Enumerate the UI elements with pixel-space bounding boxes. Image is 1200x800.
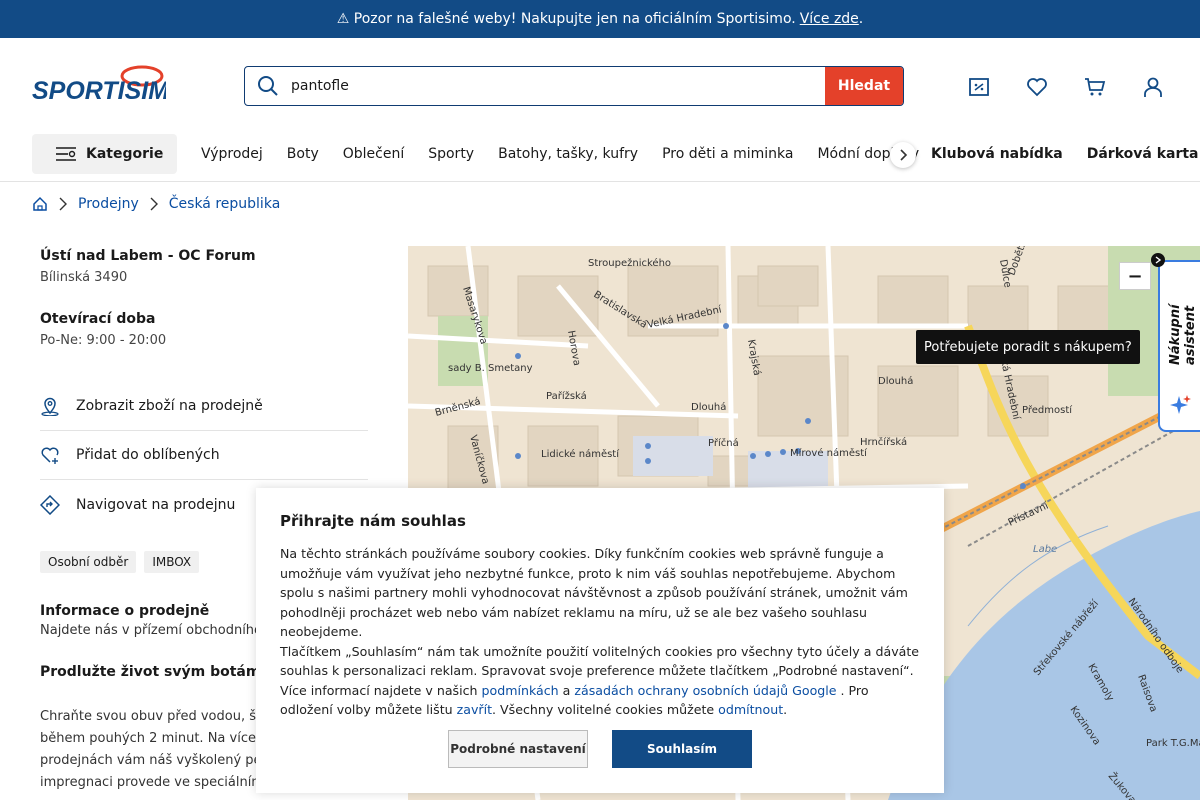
warning-link[interactable]: Více zde [800, 11, 859, 27]
chevron-right-icon [1155, 256, 1162, 264]
store-hours: Po-Ne: 9:00 - 20:00 [40, 333, 167, 348]
map-label: Předmostí [1022, 404, 1073, 416]
cookie-paragraph-1: Na těchto stránkách používáme soubory co… [280, 546, 908, 639]
map-label: Dlouhá [691, 401, 726, 413]
shopping-assistant-tab[interactable]: Nákupní asistent [1158, 260, 1200, 432]
nav-scroll-right-button[interactable] [890, 142, 916, 168]
cookie-accept-button[interactable]: Souhlasím [612, 730, 752, 768]
directions-icon [40, 494, 60, 515]
zoom-out-button[interactable]: − [1119, 262, 1151, 290]
show-goods-label: Zobrazit zboží na prodejně [76, 398, 263, 414]
add-favorite-action[interactable]: Přidat do oblíbených [40, 431, 368, 480]
map-label: Park T.G.Masaryka [1146, 738, 1200, 749]
cookie-paragraph-2: Tlačítkem „Souhlasím“ nám tak umožníte p… [280, 642, 920, 720]
chevron-right-icon [59, 197, 67, 211]
cookie-text-segment: . [783, 702, 788, 717]
assistant-tooltip: Potřebujete poradit s nákupem? [916, 330, 1140, 364]
user-icon[interactable] [1142, 76, 1164, 98]
hours-title: Otevírací doba [40, 311, 156, 327]
cookie-settings-button[interactable]: Podrobné nastavení [448, 730, 588, 768]
heart-icon[interactable] [1026, 76, 1048, 98]
sparkle-icon [1170, 395, 1191, 414]
map-label: Mírové náměstí [790, 447, 868, 459]
map-label: Lidické náměstí [541, 448, 620, 460]
nav-item-vyprodej[interactable]: Výprodej [201, 146, 263, 162]
map-label: Dlouhá [878, 375, 913, 387]
reject-link[interactable]: odmítnout [718, 702, 783, 717]
cart-icon[interactable] [1084, 76, 1106, 98]
map-label: Pařížská [546, 390, 587, 402]
map-label: Hrnčířská [860, 436, 907, 448]
cookie-text: Na těchto stránkách používáme soubory co… [280, 544, 920, 720]
cookie-consent-dialog: Přihrajte nám souhlas Na těchto stránkác… [256, 488, 944, 793]
nav-item-sporty[interactable]: Sporty [428, 146, 474, 162]
cookie-text-segment: a [558, 682, 575, 698]
nav-item-batohy[interactable]: Batohy, tašky, kufry [498, 146, 638, 162]
percent-icon[interactable] [968, 76, 990, 98]
tag-imbox: IMBOX [144, 551, 200, 573]
nav-item-darkova-karta[interactable]: Dárková karta [1087, 146, 1199, 162]
search-icon [245, 67, 291, 105]
nav-item-obleceni[interactable]: Oblečení [343, 146, 404, 162]
google-privacy-link[interactable]: zásadách ochrany osobních údajů Google [574, 683, 836, 698]
header: SPORTISIMO pantofle Hledat [0, 38, 1200, 134]
cookie-title: Přihrajte nám souhlas [280, 512, 466, 530]
warning-bar: ⚠ Pozor na falešné weby! Nakupujte jen n… [0, 0, 1200, 38]
store-details: Ústí nad Labem - OC Forum Bílinská 3490 … [40, 248, 368, 348]
service-tags: Osobní odběr IMBOX [40, 551, 200, 573]
store-name: Ústí nad Labem - OC Forum [40, 248, 256, 264]
nav-item-deti[interactable]: Pro děti a miminka [662, 146, 793, 162]
location-pin-icon [41, 397, 59, 416]
categories-button[interactable]: Kategorie [32, 134, 177, 174]
cookie-text-segment: . Všechny volitelné cookies můžete [492, 702, 719, 717]
warning-tail: . [858, 11, 864, 27]
breadcrumb-prodejny[interactable]: Prodejny [78, 196, 139, 212]
close-link[interactable]: zavřít [457, 702, 492, 717]
map-label: Příčná [708, 437, 739, 449]
store-address: Bílinská 3490 [40, 270, 128, 285]
search-button[interactable]: Hledat [825, 67, 903, 105]
menu-icon [56, 147, 76, 161]
nav-item-klubova[interactable]: Klubová nabídka [931, 146, 1063, 162]
main-nav: Kategorie Výprodej Boty Oblečení Sporty … [0, 134, 1200, 182]
breadcrumb-ceska-republika[interactable]: Česká republika [169, 196, 281, 212]
search-bar: pantofle Hledat [244, 66, 904, 106]
nav-item-boty[interactable]: Boty [287, 146, 319, 162]
sportisimo-logo[interactable]: SPORTISIMO [32, 64, 166, 104]
chevron-right-icon [900, 149, 908, 161]
assistant-close-button[interactable] [1151, 253, 1165, 267]
show-goods-action[interactable]: Zobrazit zboží na prodejně [40, 382, 368, 431]
logo-text: SPORTISIMO [32, 77, 166, 104]
tag-osobni-odber: Osobní odběr [40, 551, 137, 573]
terms-link[interactable]: podmínkách [482, 683, 559, 698]
map-label: Labe [1033, 544, 1057, 555]
map-label: sady B. Smetany [448, 363, 533, 374]
add-favorite-label: Přidat do oblíbených [76, 447, 220, 463]
navigate-label: Navigovat na prodejnu [76, 496, 236, 513]
chevron-right-icon [150, 197, 158, 211]
heart-plus-icon [41, 447, 59, 464]
header-icons [968, 76, 1164, 98]
home-icon[interactable] [32, 196, 48, 212]
warning-text: ⚠ Pozor na falešné weby! Nakupujte jen n… [336, 11, 796, 27]
categories-label: Kategorie [86, 146, 164, 162]
assistant-label: Nákupní asistent [1168, 304, 1198, 366]
map-label: Stroupežnického [588, 257, 671, 269]
breadcrumb: Prodejny Česká republika [32, 196, 280, 212]
search-input[interactable]: pantofle [291, 67, 825, 105]
